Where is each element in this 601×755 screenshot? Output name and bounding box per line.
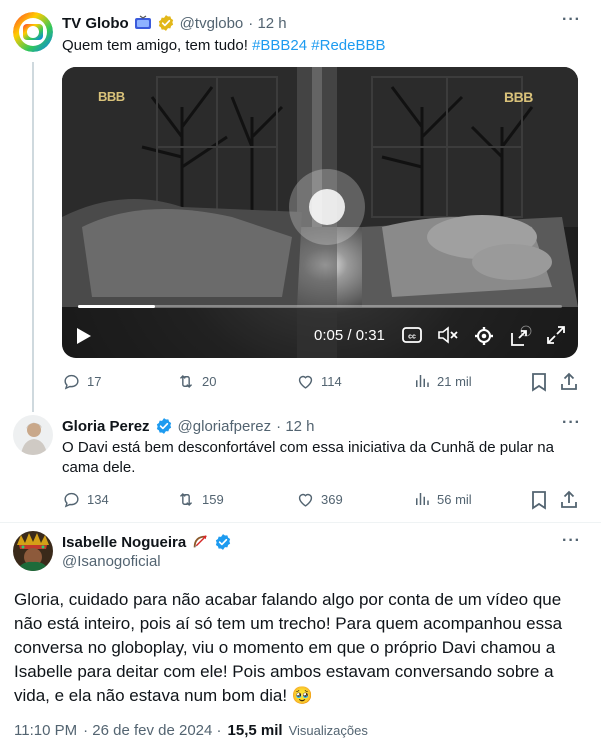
tweet-time[interactable]: · 12 h — [248, 15, 286, 32]
heart-icon — [298, 493, 313, 507]
share-icon[interactable] — [560, 490, 578, 510]
reply-count: 17 — [87, 374, 102, 389]
video-time: 0:05 / 0:31 — [314, 327, 385, 344]
tweet-divider — [0, 522, 601, 523]
repost-button[interactable]: 20 — [176, 372, 216, 391]
tweet-meta: 11:10 PM · 26 de fev de 2024 · 15,5 mil … — [14, 722, 368, 739]
bbb-watermark-small: BBB — [98, 89, 125, 104]
tweet-text: Quem tem amigo, tem tudo! #BBB24 #RedeBB… — [62, 37, 386, 54]
more-options-icon[interactable]: ··· — [562, 414, 581, 432]
author-name[interactable]: Gloria Perez — [62, 418, 150, 435]
views-button[interactable]: 56 mil — [413, 490, 472, 508]
views-total: 15,5 mil — [227, 722, 283, 739]
repost-button[interactable]: 159 — [176, 490, 224, 509]
svg-text:cc: cc — [408, 334, 416, 341]
tv-icon — [134, 15, 151, 29]
repost-icon — [179, 374, 193, 389]
mute-icon[interactable] — [437, 326, 459, 344]
reply-button[interactable]: 17 — [62, 372, 101, 391]
video-progress-fill — [78, 305, 156, 308]
author-name[interactable]: Isabelle Nogueira — [62, 534, 186, 551]
tweet-time[interactable]: · 12 h — [276, 418, 314, 435]
views-chart-icon — [416, 493, 429, 505]
like-button[interactable]: 114 — [296, 372, 342, 391]
tweet1-actions: 17 20 114 21 mil — [62, 372, 582, 392]
views-count: 21 mil — [437, 373, 472, 389]
like-button[interactable]: 369 — [296, 490, 343, 509]
avatar-tvglobo[interactable] — [13, 12, 53, 52]
thread-connector — [32, 62, 34, 412]
fullscreen-icon[interactable] — [546, 325, 566, 345]
author-handle[interactable]: @gloriafperez — [178, 418, 272, 435]
share-icon[interactable] — [560, 372, 578, 392]
views-count: 56 mil — [437, 491, 472, 507]
globo-logo-icon — [13, 12, 53, 52]
profile-photo-icon — [13, 531, 53, 571]
like-count: 114 — [321, 374, 342, 389]
tweet-time[interactable]: 11:10 PM — [14, 722, 77, 739]
more-options-icon[interactable]: ··· — [562, 11, 581, 29]
captions-icon[interactable]: cc — [402, 327, 422, 343]
bookmark-icon[interactable] — [530, 372, 548, 392]
reply-count: 134 — [87, 492, 109, 507]
verified-gold-icon — [158, 15, 173, 31]
repost-count: 159 — [202, 492, 224, 507]
video-frame — [62, 67, 578, 358]
views-button[interactable]: 21 mil — [413, 372, 472, 390]
picture-in-picture-icon[interactable] — [510, 325, 532, 347]
avatar-isanogoficial[interactable] — [13, 531, 53, 571]
video-player[interactable]: BBB BBB 0:05 / 0:31 cc — [62, 67, 578, 358]
play-icon[interactable] — [76, 327, 92, 345]
more-options-icon[interactable]: ··· — [562, 532, 581, 550]
author-handle[interactable]: @tvglobo — [180, 15, 244, 32]
profile-photo-icon — [13, 415, 53, 455]
views-label: Visualizações — [288, 723, 368, 738]
tweet-text: O Davi está bem desconfortável com essa … — [62, 439, 554, 476]
verified-blue-icon — [156, 418, 171, 434]
heart-icon — [298, 375, 313, 389]
hashtag-links[interactable]: #BBB24 #RedeBBB — [252, 37, 385, 54]
reply-icon — [64, 492, 79, 508]
bookmark-icon[interactable] — [530, 490, 548, 510]
views-chart-icon — [416, 375, 429, 387]
bow-and-arrow-icon — [193, 535, 208, 548]
tweet2-actions: 134 159 369 56 mil — [62, 490, 582, 510]
bbb-watermark-right: BBB — [504, 89, 533, 105]
verified-blue-icon — [216, 534, 231, 550]
avatar-gloriaperez[interactable] — [13, 415, 53, 455]
author-name[interactable]: TV Globo — [62, 15, 129, 32]
repost-icon — [179, 492, 193, 507]
settings-gear-icon[interactable] — [474, 326, 494, 346]
tweet-text: Gloria, cuidado para não acabar falando … — [14, 590, 563, 705]
author-handle[interactable]: @Isanogoficial — [62, 553, 161, 570]
like-count: 369 — [321, 492, 343, 507]
reply-button[interactable]: 134 — [62, 490, 109, 509]
reply-icon — [64, 374, 79, 390]
video-progress-bar[interactable] — [78, 305, 562, 308]
tweet-date[interactable]: · 26 de fev de 2024 · — [83, 722, 221, 739]
repost-count: 20 — [202, 374, 217, 389]
